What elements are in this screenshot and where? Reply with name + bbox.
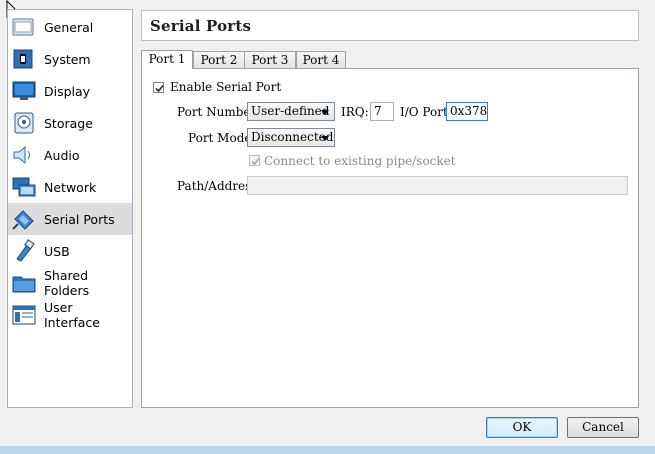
sidebar-item-shared-folders[interactable]: Shared Folders — [8, 267, 132, 299]
serial-port-icon — [12, 210, 34, 230]
connect-existing-label: Connect to existing pipe/socket — [264, 154, 456, 168]
sidebar-item-serial-ports[interactable]: Serial Ports — [8, 203, 132, 235]
monitor-icon — [12, 81, 36, 100]
io-port-label: I/O Port: — [400, 105, 452, 119]
ok-button[interactable]: OK — [486, 417, 558, 438]
sidebar-item-label: System — [44, 51, 91, 67]
path-address-field[interactable] — [247, 176, 628, 195]
dropdown-arrow-icon — [321, 110, 329, 115]
network-icon — [12, 177, 36, 197]
tab-port-2[interactable]: Port 2 — [193, 51, 245, 68]
port-settings-panel: Enable Serial Port Port Number: User-def… — [141, 68, 639, 408]
system-chip-icon — [13, 49, 33, 69]
sidebar-item-label: Display — [44, 83, 91, 99]
sidebar-item-storage[interactable]: Storage — [8, 107, 132, 139]
usb-icon — [16, 239, 35, 262]
sidebar-item-label: USB — [44, 243, 70, 259]
connect-existing-checkbox[interactable] — [249, 155, 260, 166]
sidebar-item-display[interactable]: Display — [8, 75, 132, 107]
enable-serial-port-label: Enable Serial Port — [170, 80, 282, 94]
sidebar-item-label: Storage — [44, 115, 93, 131]
checkmark-icon — [155, 84, 164, 93]
checkmark-icon — [251, 157, 260, 166]
general-icon — [12, 18, 34, 36]
port-number-select[interactable]: User-defined — [247, 102, 335, 121]
enable-serial-port-checkbox[interactable] — [153, 82, 164, 93]
page-title: Serial Ports — [150, 17, 252, 35]
sidebar-item-audio[interactable]: Audio — [8, 139, 132, 171]
tab-port-1[interactable]: Port 1 — [141, 50, 193, 69]
sidebar-item-label: Shared Folders — [44, 268, 90, 298]
cancel-button[interactable]: Cancel — [567, 417, 639, 438]
dropdown-arrow-icon — [321, 136, 329, 141]
port-mode-select[interactable]: Disconnected — [247, 128, 335, 147]
sidebar-item-label: Audio — [44, 147, 80, 163]
port-mode-label: Port Mode: — [188, 131, 256, 145]
sidebar-item-usb[interactable]: USB — [8, 235, 132, 267]
irq-field[interactable]: 7 — [370, 102, 394, 121]
sidebar-item-user-interface[interactable]: User Interface — [8, 299, 132, 331]
sidebar-item-network[interactable]: Network — [8, 171, 132, 203]
folder-icon — [12, 276, 36, 293]
port-number-value: User-defined — [251, 104, 330, 118]
irq-label: IRQ: — [341, 105, 369, 119]
speaker-icon — [13, 145, 30, 165]
sidebar-item-label: Network — [44, 179, 97, 195]
sidebar-item-label: User Interface — [44, 300, 100, 330]
io-port-field[interactable]: 0x378 — [446, 102, 488, 121]
tab-port-4[interactable]: Port 4 — [296, 51, 346, 68]
window-bottom-border — [0, 446, 655, 454]
settings-sidebar: General System Display Storage Audio Net… — [7, 9, 133, 408]
user-interface-icon — [12, 305, 36, 325]
sidebar-item-system[interactable]: System — [8, 43, 132, 75]
sidebar-item-general[interactable]: General — [8, 11, 132, 43]
sidebar-item-label: General — [44, 19, 94, 35]
disk-icon — [14, 112, 34, 134]
tab-port-3[interactable]: Port 3 — [244, 51, 296, 68]
page-header: Serial Ports — [141, 10, 639, 41]
sidebar-item-label: Serial Ports — [44, 211, 115, 227]
